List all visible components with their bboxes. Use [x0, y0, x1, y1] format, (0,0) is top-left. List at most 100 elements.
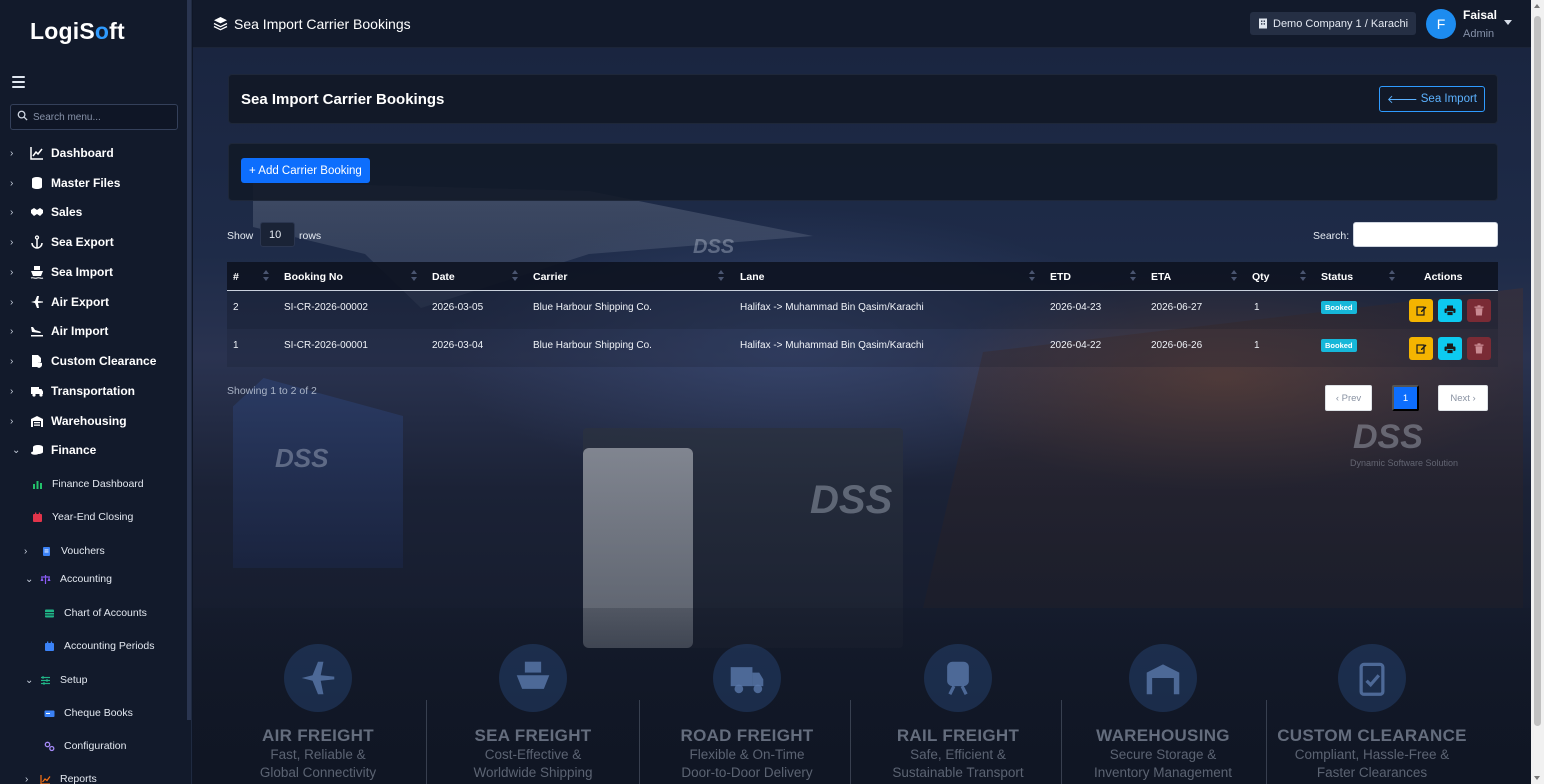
menu-search-input[interactable]: [33, 109, 173, 125]
database-icon: [32, 177, 42, 189]
warehouse-icon: [31, 416, 43, 427]
chart-line-icon: [40, 774, 51, 784]
sidebar-item-chart-of-accounts[interactable]: Chart of Accounts: [44, 603, 147, 623]
service-custom-clearance: CUSTOM CLEARANCE Compliant, Hassle-Free …: [1267, 644, 1477, 782]
scrollbar-thumb[interactable]: [1534, 16, 1541, 726]
sort-icon[interactable]: [718, 270, 724, 282]
sidebar-item-reports[interactable]: › Reports: [25, 769, 97, 784]
user-name[interactable]: Faisal: [1463, 8, 1497, 22]
page-title: Sea Import Carrier Bookings: [241, 91, 445, 108]
edit-button[interactable]: [1409, 337, 1433, 360]
sidebar-item-master-files[interactable]: › Master Files: [0, 171, 190, 195]
cell-qty: 1: [1254, 340, 1260, 351]
col-header-actions: Actions: [1424, 271, 1463, 283]
col-header-booking-no[interactable]: Booking No: [284, 271, 343, 283]
scroll-down-icon[interactable]: [1534, 776, 1540, 780]
sidebar-item-configuration[interactable]: Configuration: [44, 736, 126, 756]
col-header-status[interactable]: Status: [1321, 271, 1353, 283]
ship-icon: [30, 266, 44, 279]
sidebar-item-custom-clearance[interactable]: › Custom Clearance: [0, 349, 190, 373]
table-header: # Booking No Date Carrier Lane ETD ETA Q…: [227, 262, 1498, 291]
delete-button[interactable]: [1467, 337, 1491, 360]
sidebar-item-warehousing[interactable]: › Warehousing: [0, 409, 190, 433]
sidebar-item-finance[interactable]: ⌄ Finance: [0, 438, 190, 462]
sidebar-item-transportation[interactable]: › Transportation: [0, 379, 190, 403]
layers-icon: [213, 17, 228, 31]
truck-icon: [730, 667, 764, 694]
sidebar: LogiSoft › Dashboard › Master Files › Sa…: [0, 0, 192, 784]
status-badge: Booked: [1321, 339, 1357, 352]
menu-search[interactable]: [10, 104, 178, 130]
chevron-down-icon: ⌄: [25, 573, 34, 585]
chevron-down-icon: ⌄: [12, 445, 21, 456]
sidebar-item-label: Air Import: [51, 324, 109, 338]
sidebar-item-sea-export[interactable]: › Sea Export: [0, 230, 190, 254]
sidebar-item-label: Custom Clearance: [51, 354, 157, 368]
sidebar-item-sea-import[interactable]: › Sea Import: [0, 260, 190, 284]
sidebar-item-accounting[interactable]: ⌄ Accounting: [25, 569, 112, 589]
rows-per-page-input[interactable]: [260, 222, 295, 247]
col-header-lane[interactable]: Lane: [740, 271, 765, 283]
add-carrier-booking-button[interactable]: + Add Carrier Booking: [241, 158, 370, 183]
sidebar-item-accounting-periods[interactable]: Accounting Periods: [44, 636, 154, 656]
table-search-input[interactable]: [1353, 222, 1498, 247]
sidebar-scrollbar[interactable]: [187, 0, 191, 720]
service-divider: [639, 700, 640, 784]
sidebar-item-sales[interactable]: › Sales: [0, 200, 190, 224]
pagination-page-1[interactable]: 1: [1392, 385, 1419, 411]
sort-icon[interactable]: [411, 270, 417, 282]
menu-toggle-icon[interactable]: [12, 76, 25, 88]
cell-num: 1: [233, 340, 239, 351]
caret-down-icon[interactable]: [1504, 20, 1512, 25]
delete-button[interactable]: [1467, 299, 1491, 322]
money-check-icon: [44, 710, 55, 717]
scale-balance-icon: [40, 574, 51, 584]
chart-line-icon: [30, 147, 43, 160]
sidebar-item-year-end-closing[interactable]: Year-End Closing: [32, 507, 133, 527]
sidebar-item-air-export[interactable]: › Air Export: [0, 290, 190, 314]
app-logo[interactable]: LogiSoft: [30, 18, 125, 45]
service-sea-freight: SEA FREIGHT Cost-Effective & Worldwide S…: [428, 644, 638, 782]
watermark-logo: DSS: [1353, 418, 1423, 456]
sidebar-item-cheque-books[interactable]: Cheque Books: [44, 703, 133, 723]
sidebar-item-setup[interactable]: ⌄ Setup: [25, 670, 87, 690]
back-to-sea-import-button[interactable]: 🡐 Sea Import: [1378, 86, 1485, 112]
scroll-up-icon[interactable]: [1534, 4, 1540, 8]
sidebar-item-label: Master Files: [51, 176, 121, 190]
sort-icon[interactable]: [1231, 270, 1237, 282]
company-selector[interactable]: Demo Company 1 / Karachi: [1250, 12, 1417, 35]
sidebar-item-finance-dashboard[interactable]: Finance Dashboard: [32, 474, 144, 494]
cell-booking-no: SI-CR-2026-00001: [284, 340, 368, 351]
pagination-prev-button[interactable]: ‹ Prev: [1325, 385, 1372, 411]
edit-button[interactable]: [1409, 299, 1433, 322]
print-button[interactable]: [1438, 337, 1462, 360]
search-icon: [17, 110, 28, 121]
sidebar-item-vouchers[interactable]: › Vouchers: [24, 541, 105, 561]
pagination-next-button[interactable]: Next ›: [1438, 385, 1488, 411]
cell-etd: 2026-04-22: [1050, 340, 1102, 351]
chevron-down-icon: ⌄: [25, 674, 34, 686]
sort-icon[interactable]: [1130, 270, 1136, 282]
service-divider: [850, 700, 851, 784]
col-header-date[interactable]: Date: [432, 271, 455, 283]
sort-icon[interactable]: [1389, 270, 1395, 282]
col-header-carrier[interactable]: Carrier: [533, 271, 567, 283]
service-warehousing: WAREHOUSING Secure Storage & Inventory M…: [1058, 644, 1268, 782]
sort-icon[interactable]: [512, 270, 518, 282]
sort-icon[interactable]: [1029, 270, 1035, 282]
sort-icon[interactable]: [263, 270, 269, 282]
page-header-card: Sea Import Carrier Bookings 🡐 Sea Import: [228, 74, 1498, 124]
page-scrollbar[interactable]: [1531, 0, 1544, 784]
print-button[interactable]: [1438, 299, 1462, 322]
arrow-left-icon: 🡐: [1386, 94, 1418, 106]
sidebar-item-air-import[interactable]: › Air Import: [0, 319, 190, 343]
sidebar-item-dashboard[interactable]: › Dashboard: [0, 141, 190, 165]
col-header-eta[interactable]: ETA: [1151, 271, 1171, 283]
sort-icon[interactable]: [1300, 270, 1306, 282]
avatar[interactable]: F: [1426, 9, 1456, 39]
col-header-qty[interactable]: Qty: [1252, 271, 1270, 283]
col-header-etd[interactable]: ETD: [1050, 271, 1071, 283]
sidebar-item-label: Sales: [51, 205, 83, 219]
cell-lane: Halifax -> Muhammad Bin Qasim/Karachi: [740, 302, 924, 313]
col-header-num[interactable]: #: [233, 271, 239, 283]
